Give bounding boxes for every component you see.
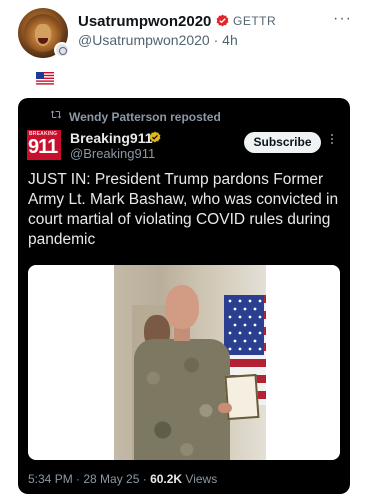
views-label: Views — [182, 472, 218, 486]
soldier-head — [165, 285, 199, 329]
subscribe-button[interactable]: Subscribe — [244, 132, 321, 153]
account-name[interactable]: Breaking911 — [70, 130, 153, 146]
platform-label: GETTR — [233, 14, 277, 28]
breaking911-logo[interactable]: BREAKING 911 — [27, 130, 61, 160]
logo-big-text: 911 — [28, 136, 58, 158]
account-handle[interactable]: @Breaking911 — [70, 146, 155, 161]
more-options-icon[interactable]: ··· — [333, 10, 352, 28]
tweet-timestamp: 5:34 PM · 28 May 25 · 60.2K Views — [28, 472, 217, 486]
soldier-hand — [218, 403, 232, 413]
soldier-uniform — [134, 339, 230, 460]
verified-red-icon — [216, 14, 229, 27]
card-more-icon[interactable] — [329, 132, 335, 148]
tweet-text: JUST IN: President Trump pardons Former … — [28, 171, 339, 248]
avatar-badge-icon — [54, 42, 70, 58]
repost-label: Wendy Patterson reposted — [69, 110, 221, 124]
repost-icon — [50, 110, 62, 119]
embedded-tweet-card[interactable]: Wendy Patterson reposted BREAKING 911 Br… — [18, 98, 350, 494]
flag-us-emoji — [36, 72, 54, 85]
handle-and-time: @Usatrumpwon2020 · 4h — [78, 32, 238, 48]
post-header: Usatrumpwon2020 GETTR @Usatrumpwon2020 ·… — [18, 6, 358, 62]
time-date: 5:34 PM · 28 May 25 · — [28, 472, 151, 486]
certificate — [224, 373, 260, 421]
photo-scene — [114, 265, 266, 460]
views-count: 60.2K — [150, 472, 183, 486]
gold-verified-icon — [149, 131, 161, 143]
tweet-photo[interactable] — [28, 265, 340, 460]
username[interactable]: Usatrumpwon2020 — [78, 13, 211, 30]
